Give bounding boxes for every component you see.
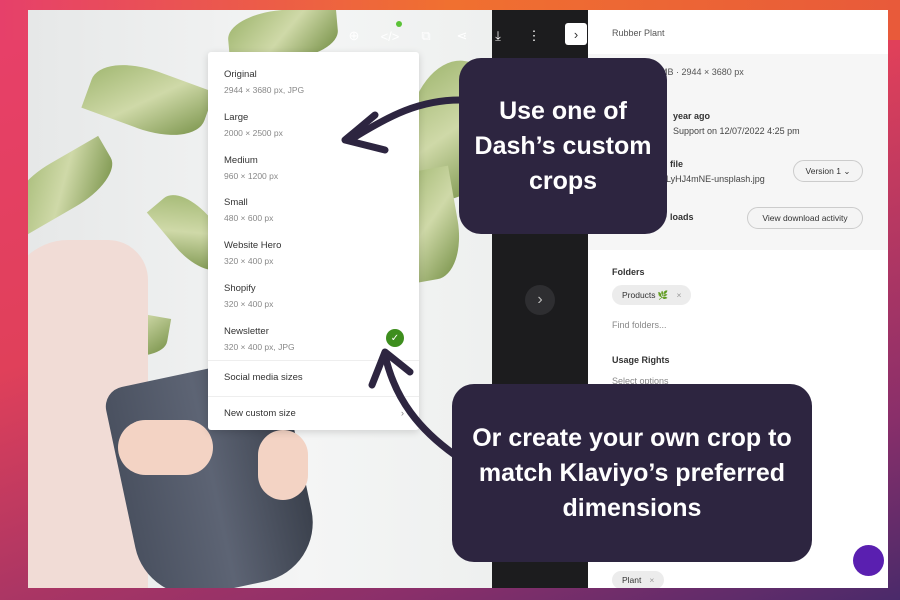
callout-create-crop: Or create your own crop to match Klaviyo… — [452, 384, 812, 562]
callout-custom-crops: Use one of Dash’s custom crops — [459, 58, 667, 234]
chat-launcher-button[interactable] — [853, 545, 884, 576]
